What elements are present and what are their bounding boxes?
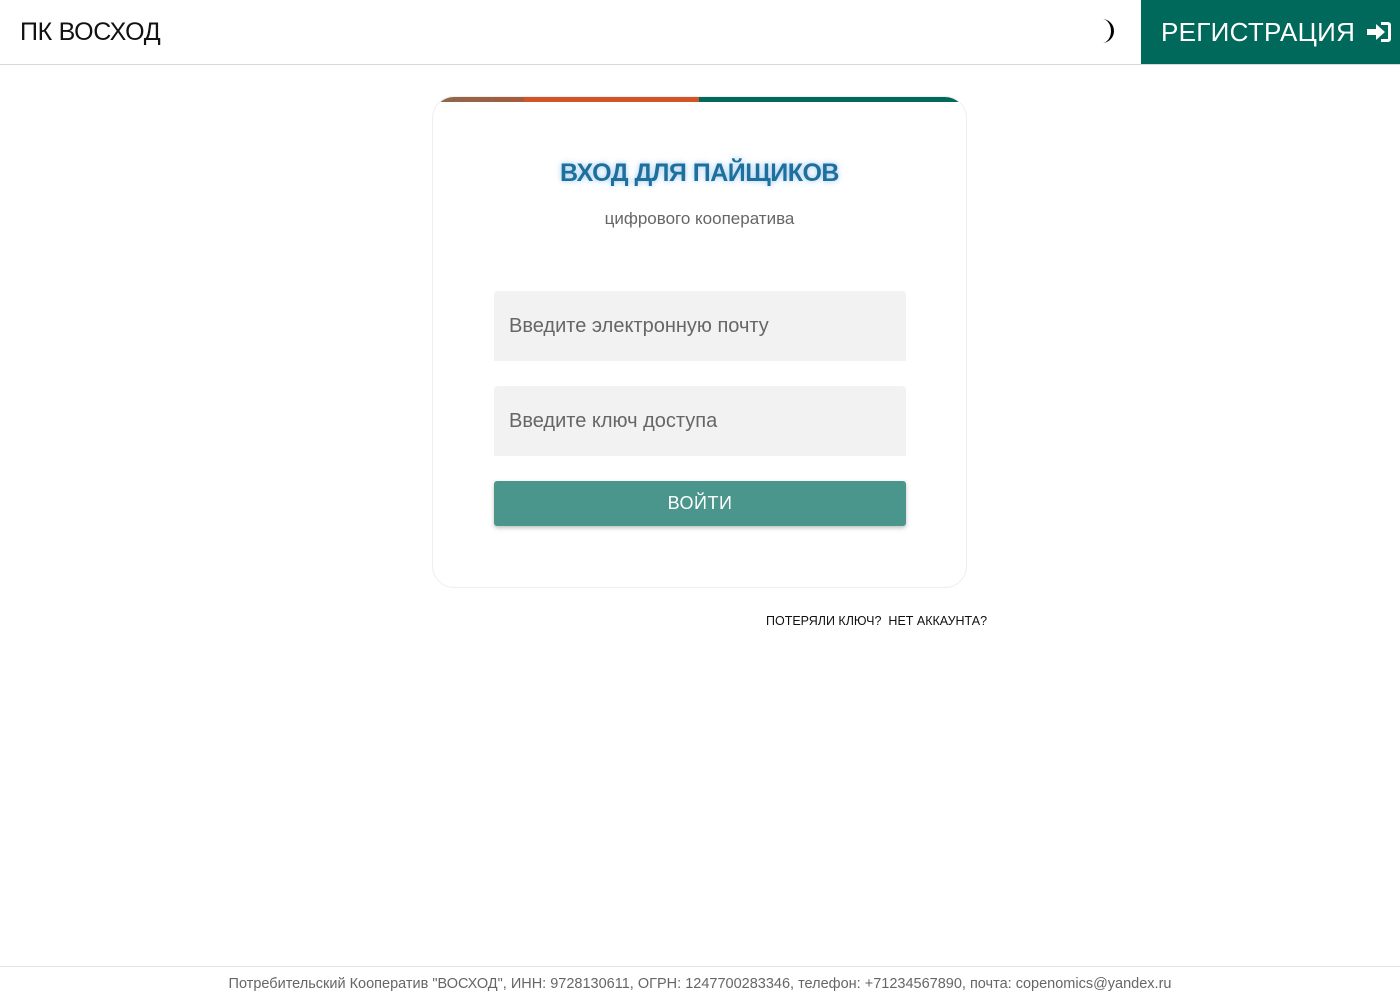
brand-title[interactable]: ПК ВОСХОД	[20, 18, 161, 47]
email-input[interactable]	[494, 291, 906, 361]
half-moon-icon	[1094, 18, 1116, 49]
footer-text: Потребительский Кооператив "ВОСХОД", ИНН…	[228, 976, 1172, 992]
sign-in-icon	[1365, 20, 1393, 44]
top-bar: ПК ВОСХОД РЕГИСТРАЦИЯ	[0, 0, 1400, 65]
login-title: ВХОД ДЛЯ ПАЙЩИКОВ	[560, 159, 839, 187]
card-color-stripe	[433, 97, 966, 102]
register-label: РЕГИСТРАЦИЯ	[1161, 16, 1356, 47]
no-account-link[interactable]: НЕТ АККАУНТА?	[888, 614, 987, 628]
login-button[interactable]: ВОЙТИ	[494, 481, 906, 526]
lost-key-link[interactable]: ПОТЕРЯЛИ КЛЮЧ?	[766, 614, 881, 628]
login-card: ВХОД ДЛЯ ПАЙЩИКОВ цифрового кооператива …	[432, 96, 967, 588]
footer: Потребительский Кооператив "ВОСХОД", ИНН…	[0, 966, 1400, 1000]
stripe-segment-orange	[523, 97, 700, 102]
stripe-segment-brown	[433, 97, 524, 102]
access-key-input[interactable]	[494, 386, 906, 456]
auth-links: ПОТЕРЯЛИ КЛЮЧ? НЕТ АККАУНТА?	[766, 614, 987, 628]
login-subtitle: цифрового кооператива	[604, 209, 795, 228]
theme-toggle-button[interactable]	[1090, 18, 1120, 48]
register-button[interactable]: РЕГИСТРАЦИЯ	[1141, 0, 1400, 64]
stripe-segment-green	[699, 97, 966, 102]
